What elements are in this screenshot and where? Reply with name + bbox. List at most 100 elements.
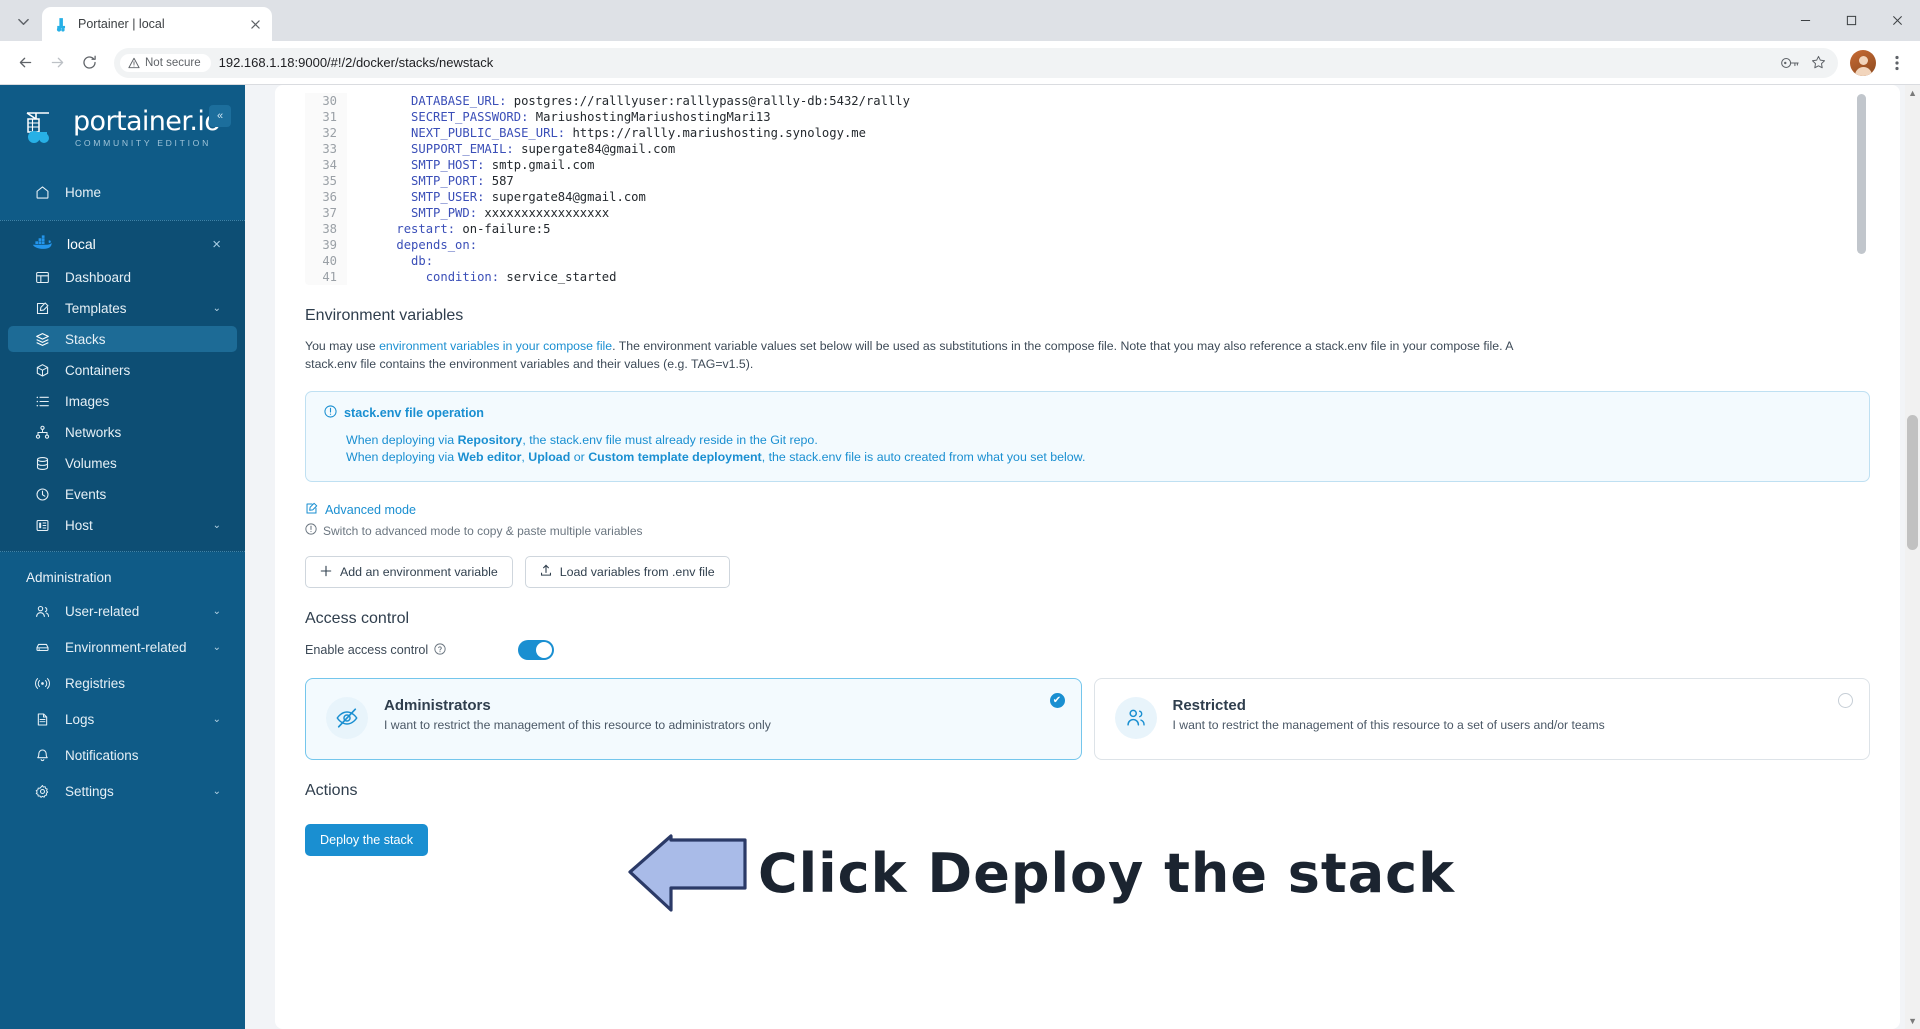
page-scrollbar-thumb[interactable] [1907,415,1918,550]
code-key: condition: [425,270,500,284]
code-key: SMTP_PORT: [411,174,485,188]
load-variables-label: Load variables from .env file [559,565,715,579]
site-security-badge[interactable]: Not secure [120,53,211,72]
sidebar-item-logs-label: Logs [65,711,95,727]
close-environment-icon[interactable]: × [212,237,221,252]
browser-menu-button[interactable] [1884,48,1910,78]
compose-file-link[interactable]: environment variables in your compose fi… [379,339,612,353]
advanced-mode-toggle[interactable]: Advanced mode [305,502,1870,518]
tab-search-button[interactable] [6,4,40,38]
reload-button[interactable] [74,48,104,78]
code-line[interactable]: SMTP_PORT: 587 [367,173,1870,189]
sidebar-item-home[interactable]: Home [8,179,237,205]
chevron-down-icon[interactable]: ⌄ [213,303,221,314]
code-line[interactable]: condition: service_started [367,269,1870,285]
editor-scrollbar[interactable] [1857,89,1866,263]
minimize-button[interactable] [1782,0,1828,41]
code-value: supergate84@gmail.com [513,142,676,156]
chevron-down-icon[interactable]: ⌄ [213,606,221,617]
infobox-line-repository: When deploying via Repository, the stack… [324,432,1851,449]
code-area[interactable]: 30 31 32 33 34 35 36 37 38 39 40 41 DATABASE_URL: p… [305,85,1870,285]
forward-button[interactable] [42,48,72,78]
code-line[interactable]: SMTP_USER: supergate84@gmail.com [367,189,1870,205]
sidebar-item-host[interactable]: Host ⌄ [8,512,237,538]
sidebar-item-settings[interactable]: Settings ⌄ [8,778,237,804]
sidebar-item-logs[interactable]: Logs ⌄ [8,706,237,732]
browser-window: Portainer | local Not secure 192.168.1.1… [0,0,1920,1029]
scroll-down-arrow-icon[interactable]: ▼ [1908,1016,1917,1026]
scroll-up-arrow-icon[interactable]: ▲ [1908,88,1917,98]
advanced-mode-hint-text: Switch to advanced mode to copy & paste … [323,523,643,538]
environment-variables-heading: Environment variables [305,307,464,324]
access-card-restricted-radio[interactable] [1838,693,1853,708]
sidebar-item-stacks[interactable]: Stacks [8,326,237,352]
code-line[interactable]: depends_on: [367,237,1870,253]
line-number: 32 [322,126,337,140]
code-line[interactable]: restart: on-failure:5 [367,221,1870,237]
sidebar-item-images[interactable]: Images [8,388,237,414]
env-variable-buttons: Add an environment variable Load variabl… [305,556,1870,588]
sidebar-item-templates[interactable]: Templates ⌄ [8,295,237,321]
sidebar-item-networks[interactable]: Networks [8,419,237,445]
sidebar-item-notifications[interactable]: Notifications [8,742,237,768]
sidebar-item-events[interactable]: Events [8,481,237,507]
chevron-down-icon[interactable]: ⌄ [213,786,221,797]
sidebar-item-registries[interactable]: Registries [8,670,237,696]
actions-heading: Actions [305,782,358,799]
code-value: supergate84@gmail.com [484,190,646,204]
password-key-icon[interactable] [1781,56,1799,70]
profile-avatar[interactable] [1850,49,1876,76]
code-line[interactable]: SMTP_HOST: smtp.gmail.com [367,157,1870,173]
bookmark-star-icon[interactable] [1811,55,1826,70]
code-line[interactable]: SMTP_PWD: xxxxxxxxxxxxxxxxx [367,205,1870,221]
code-line[interactable]: DATABASE_URL: postgres://ralllyuser:rall… [367,93,1870,109]
code-key: depends_on: [396,238,478,252]
access-card-restricted[interactable]: Restricted I want to restrict the manage… [1093,678,1870,760]
sidebar-item-dashboard[interactable]: Dashboard [8,264,237,290]
compose-editor[interactable]: 30 31 32 33 34 35 36 37 38 39 40 41 DATABASE_URL: p… [305,85,1870,285]
tab-strip: Portainer | local [0,0,1920,41]
code-lines[interactable]: DATABASE_URL: postgres://ralllyuser:rall… [347,93,1870,285]
info-circle-icon [324,405,337,421]
collapse-sidebar-button[interactable]: « [209,105,231,127]
code-line[interactable]: NEXT_PUBLIC_BASE_URL: https://rallly.mar… [367,125,1870,141]
question-circle-icon[interactable] [434,642,446,658]
chevron-down-icon[interactable]: ⌄ [213,520,221,531]
back-button[interactable] [10,48,40,78]
line-number: 31 [322,110,337,124]
environment-variables-description: You may use environment variables in you… [305,337,1555,373]
infobox-line2-d: Custom template deployment [588,450,762,464]
code-line[interactable]: SECRET_PASSWORD: MariushostingMariushost… [367,109,1870,125]
deploy-the-stack-button[interactable]: Deploy the stack [305,824,429,856]
infobox-line1-b: Repository [457,433,523,447]
code-line[interactable]: db: [367,253,1870,269]
close-window-button[interactable] [1874,0,1920,41]
enable-access-control-toggle[interactable] [518,640,554,660]
page-viewport: portainer.io COMMUNITY EDITION « Home lo… [0,85,1920,1029]
sidebar-item-settings-label: Settings [65,783,114,799]
browser-tab[interactable]: Portainer | local [42,7,272,41]
sidebar-item-events-label: Events [65,486,107,502]
close-tab-icon[interactable] [246,15,264,33]
sidebar-item-volumes[interactable]: Volumes [8,450,237,476]
code-line[interactable]: SUPPORT_EMAIL: supergate84@gmail.com [367,141,1870,157]
access-card-administrators[interactable]: Administrators I want to restrict the ma… [305,678,1082,760]
maximize-button[interactable] [1828,0,1874,41]
page-scrollbar[interactable]: ▲ ▼ [1905,85,1920,1029]
line-number: 30 [322,94,337,108]
sidebar-environment-local[interactable]: local × [8,229,237,259]
access-card-administrators-radio[interactable]: ✔ [1049,693,1065,708]
chevron-down-icon[interactable]: ⌄ [213,642,221,653]
load-variables-button[interactable]: Load variables from .env file [524,556,730,588]
sidebar-item-environment-related[interactable]: Environment-related ⌄ [8,634,237,660]
dashboard-icon [34,270,51,285]
editor-scrollbar-thumb[interactable] [1857,94,1866,254]
sidebar-item-user-related[interactable]: User-related ⌄ [8,598,237,624]
add-environment-variable-button[interactable]: Add an environment variable [305,556,513,588]
sidebar-item-containers[interactable]: Containers [8,357,237,383]
chevron-down-icon[interactable]: ⌄ [213,714,221,725]
portainer-logo-icon [22,107,62,149]
brand-logo-block[interactable]: portainer.io COMMUNITY EDITION « [0,85,245,167]
address-bar[interactable]: Not secure 192.168.1.18:9000/#!/2/docker… [114,47,1838,78]
images-icon [34,394,51,409]
